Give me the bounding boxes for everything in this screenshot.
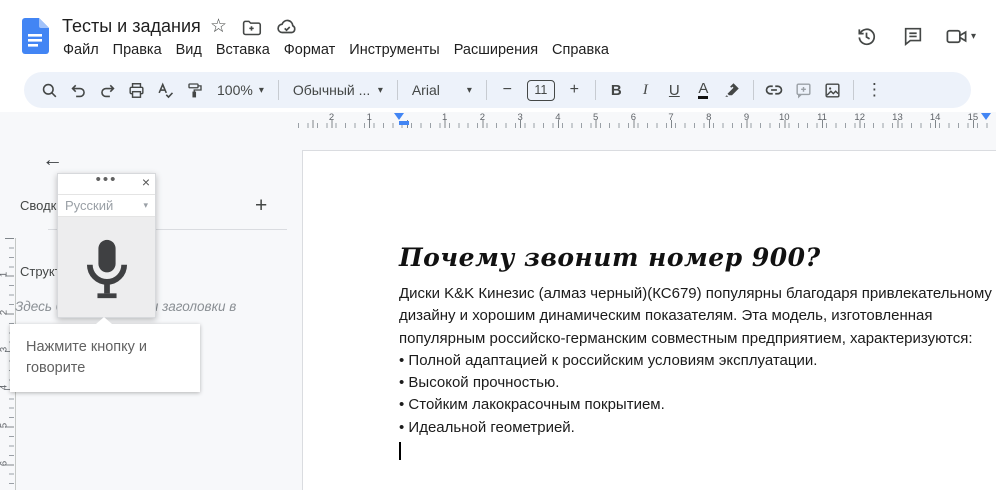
google-docs-window: Тесты и задания ☆ Файл Правка Вид Вставка Фо… [0,0,996,490]
style-value: Обычный ... [292,82,371,98]
toolbar: 100% ▾ Обычный ... ▾ Arial ▾ − 11 + B I … [24,72,971,108]
add-comment-icon[interactable] [790,77,817,104]
document-page[interactable]: Почему звонит номер 900? Диски K&K Кинез… [302,150,996,490]
underline-button[interactable]: U [661,77,688,104]
voice-dialog-header: ••• × [58,171,155,195]
zoom-select[interactable]: 100% ▾ [210,77,271,104]
doc-line: • Полной адаптацией к российским условия… [399,351,818,369]
document-text: Почему звонит номер 900? Диски K&K Кинез… [399,243,992,461]
menu-item[interactable]: Вставка [209,40,277,60]
search-icon[interactable] [36,77,63,104]
menu-bar: Файл Правка Вид Вставка Формат Инструменты Рас… [56,40,616,60]
highlight-color-icon[interactable] [719,77,746,104]
menu-item[interactable]: Формат [277,40,343,60]
menu-item[interactable]: Справка [545,40,616,60]
doc-line: • Высокой прочностью. [399,374,560,392]
increase-font-size-button[interactable]: + [561,77,588,104]
tooltip-pointer [96,317,112,324]
document-title[interactable]: Тесты и задания [62,16,201,37]
decrease-font-size-button[interactable]: − [494,77,521,104]
tooltip-text: Нажмите кнопку и говорите [26,339,148,376]
paint-format-icon[interactable] [181,77,208,104]
doc-line: • Стойким лакокрасочным покрытием. [399,396,665,414]
language-select[interactable]: Русский ▾ [58,195,155,217]
text-color-button[interactable]: A [690,77,717,104]
chevron-down-icon: ▾ [143,200,148,210]
add-summary-button[interactable]: + [255,194,267,218]
meet-button[interactable]: ▾ [945,25,976,48]
left-indent-bar[interactable] [399,121,409,125]
indent-marker[interactable] [394,113,404,120]
paragraph-style-select[interactable]: Обычный ... ▾ [286,77,390,104]
docs-logo-icon[interactable] [22,18,49,54]
cloud-status-icon[interactable] [276,16,298,38]
microphone-icon[interactable] [84,238,130,301]
more-options-icon[interactable]: ⋮ [861,77,888,104]
chevron-down-icon: ▾ [377,84,383,96]
comments-icon[interactable] [899,22,927,50]
redo-icon[interactable] [94,77,121,104]
print-icon[interactable] [123,77,150,104]
chevron-down-icon: ▾ [258,84,264,96]
doc-heading: Почему звонит номер 900? [399,243,821,272]
insert-image-icon[interactable] [819,77,846,104]
menu-item[interactable]: Правка [106,40,169,60]
bold-button[interactable]: B [603,77,630,104]
doc-line: популярным российско-германским совместн… [399,329,973,347]
voice-typing-dialog: ••• × Русский ▾ [57,171,156,318]
drag-handle-icon[interactable]: ••• [58,171,155,188]
language-value: Русский [65,198,114,213]
move-folder-icon[interactable] [241,17,262,38]
menu-item[interactable]: Файл [56,40,106,60]
right-margin-marker[interactable] [981,113,991,120]
font-size-input[interactable]: 11 [526,79,555,101]
font-select[interactable]: Arial ▾ [405,77,479,104]
undo-icon[interactable] [65,77,92,104]
italic-button[interactable]: I [632,77,659,104]
chevron-down-icon: ▾ [466,84,472,96]
doc-line: Диски K&K Кинезис (алмаз черный)(КС679) … [399,285,992,302]
voice-tooltip: Нажмите кнопку и говорите [10,317,200,392]
zoom-value: 100% [217,82,253,98]
font-value: Arial [411,82,440,98]
insert-link-icon[interactable] [761,77,788,104]
star-icon[interactable]: ☆ [210,16,227,38]
doc-line: дизайну и хорошим динамическим показател… [399,307,933,325]
chevron-down-icon[interactable]: ▾ [971,31,976,42]
spell-check-icon[interactable] [152,77,179,104]
voice-dialog-body [58,217,155,317]
menu-item[interactable]: Инструменты [342,40,446,60]
doc-paragraph: Диски K&K Кинезис (алмаз черный)(КС679) … [399,283,992,439]
version-history-icon[interactable] [853,22,881,50]
menu-item[interactable]: Вид [169,40,209,60]
close-icon[interactable]: × [142,174,150,190]
menu-item[interactable]: Расширения [447,40,545,60]
text-cursor [399,442,401,461]
doc-line: • Идеальной геометрией. [399,418,575,436]
back-arrow-icon[interactable]: ← [42,148,63,172]
